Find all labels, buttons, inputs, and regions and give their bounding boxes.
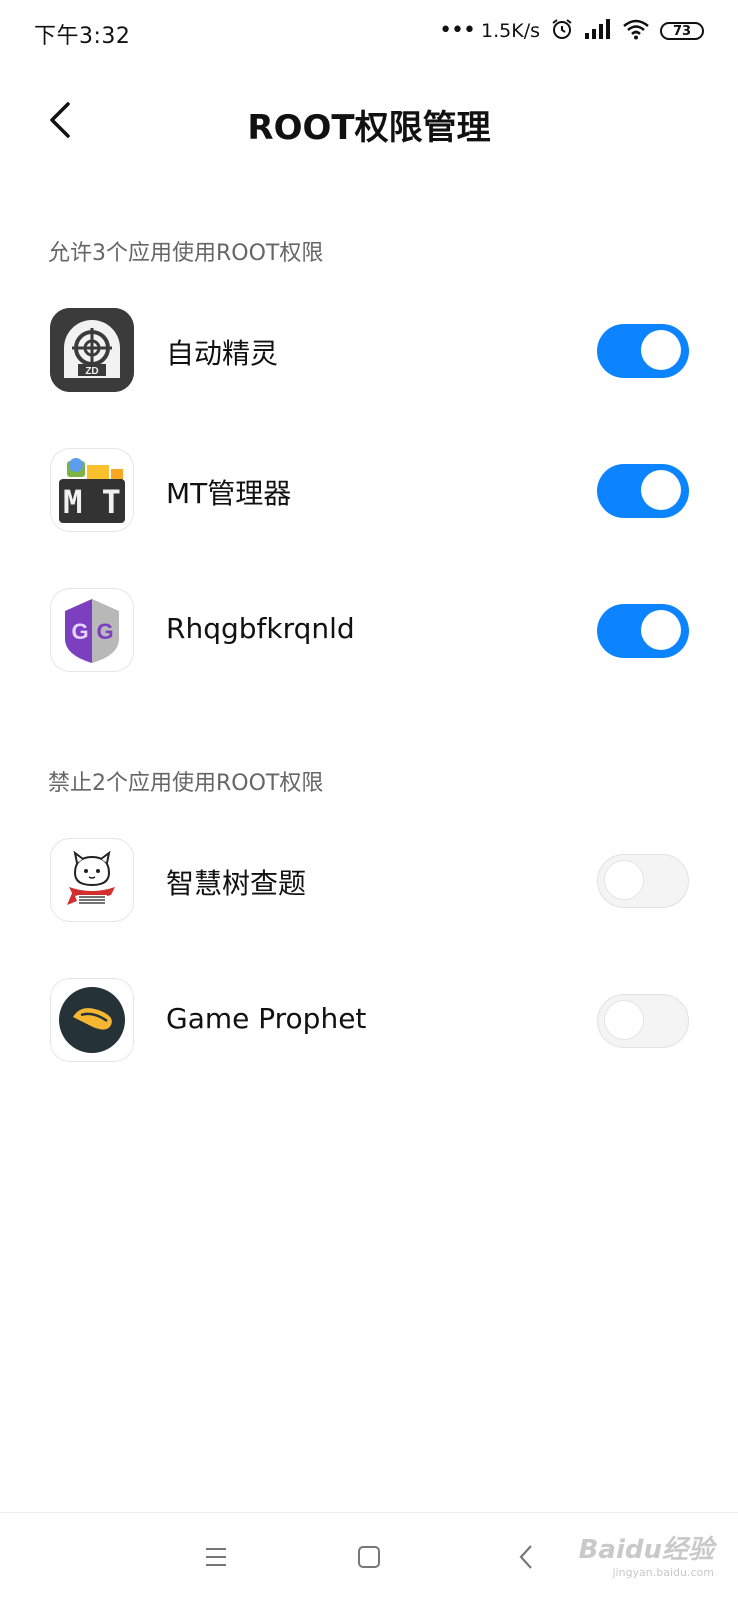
toggle-knob [604, 1000, 644, 1040]
header: ROOT权限管理 [0, 80, 738, 160]
watermark-text: Baidu经验 [578, 1535, 714, 1565]
app-row-game-prophet[interactable]: Game Prophet [0, 962, 738, 1082]
home-icon [358, 1546, 380, 1568]
more-dots-icon: ••• [439, 18, 476, 43]
app-row-mt-manager[interactable]: M T MT管理器 [0, 432, 738, 552]
svg-text:G: G [96, 619, 113, 644]
toggle-knob [641, 470, 681, 510]
app-name: Rhqgbfkrqnld [166, 612, 355, 645]
cat-app-icon [50, 838, 134, 922]
signal-icon [584, 18, 612, 44]
root-toggle[interactable] [597, 994, 689, 1048]
menu-button[interactable] [190, 1531, 242, 1583]
toggle-knob [641, 330, 681, 370]
app-row-zidongjingling[interactable]: ZD 自动精灵 [0, 292, 738, 412]
alarm-icon [550, 17, 574, 45]
app-name: MT管理器 [166, 477, 292, 510]
root-toggle[interactable] [597, 324, 689, 378]
navigation-bar: Baidu经验 jingyan.baidu.com [0, 1512, 738, 1601]
denied-section-label: 禁止2个应用使用ROOT权限 [48, 771, 324, 796]
home-button[interactable] [343, 1531, 395, 1583]
status-bar: 下午3:32 ••• 1.5K/s 73 [0, 0, 738, 68]
battery-icon: 73 [660, 22, 704, 40]
status-time: 下午3:32 [34, 24, 131, 49]
svg-text:ZD: ZD [85, 366, 98, 377]
wifi-icon [622, 18, 650, 44]
back-icon [519, 1545, 532, 1569]
root-toggle[interactable] [597, 854, 689, 908]
mt-manager-icon: M T [50, 448, 134, 532]
game-prophet-icon [50, 978, 134, 1062]
toggle-knob [641, 610, 681, 650]
app-row-zhihuishu[interactable]: 智慧树查题 [0, 822, 738, 942]
root-toggle[interactable] [597, 604, 689, 658]
svg-text:M T: M T [63, 483, 121, 521]
app-name: 自动精灵 [166, 337, 279, 370]
root-toggle[interactable] [597, 464, 689, 518]
toggle-knob [604, 860, 644, 900]
watermark-subtext: jingyan.baidu.com [612, 1566, 714, 1579]
zd-app-icon: ZD [50, 308, 134, 392]
page-title: ROOT权限管理 [247, 108, 491, 148]
app-name: 智慧树查题 [166, 867, 307, 900]
status-icons: ••• 1.5K/s 73 [439, 16, 704, 46]
svg-text:G: G [71, 619, 88, 644]
gg-app-icon: G G [50, 588, 134, 672]
network-speed: 1.5K/s [481, 20, 540, 42]
app-row-rhqgbfkrqnld[interactable]: G G Rhqgbfkrqnld [0, 572, 738, 692]
app-name: Game Prophet [166, 1002, 367, 1035]
allowed-section-label: 允许3个应用使用ROOT权限 [48, 241, 324, 266]
menu-icon [206, 1548, 226, 1566]
baidu-watermark: Baidu经验 jingyan.baidu.com [579, 1529, 714, 1579]
nav-back-button[interactable] [500, 1531, 552, 1583]
